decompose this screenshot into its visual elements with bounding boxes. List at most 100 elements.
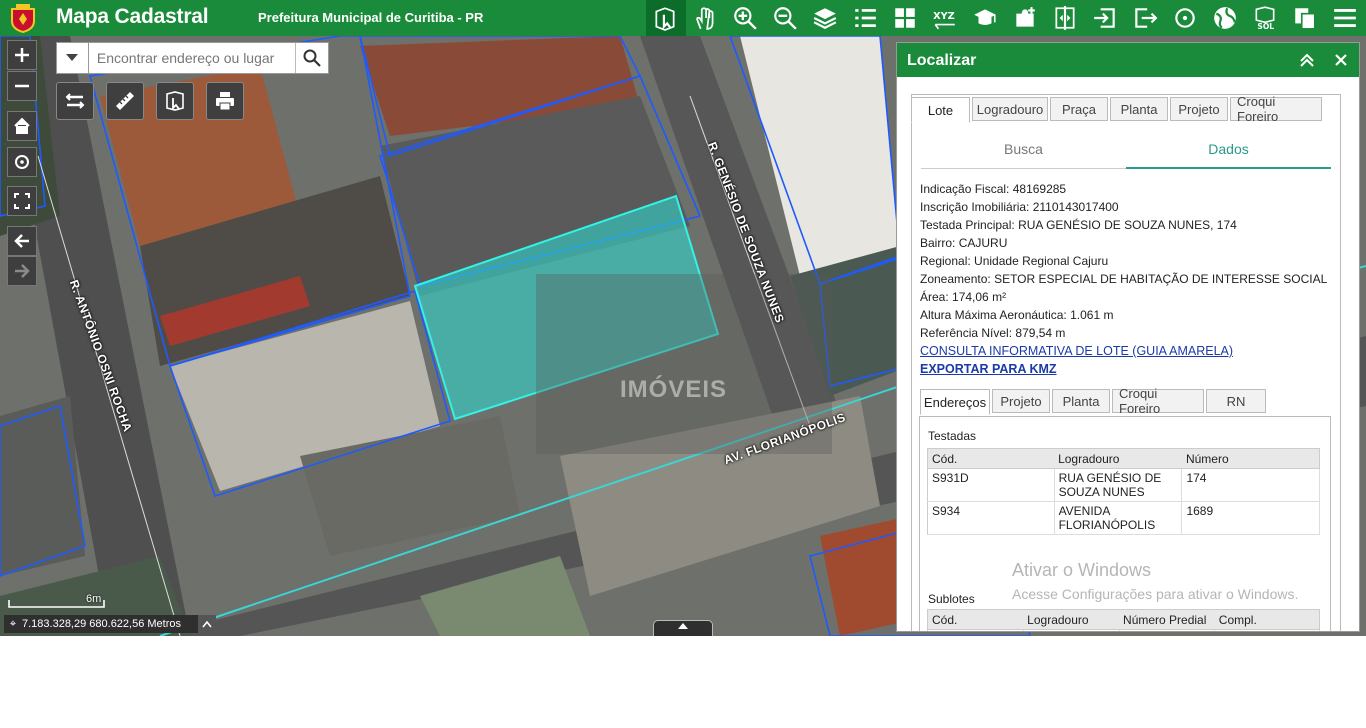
field-value: 2110143017400 [1032, 200, 1119, 214]
toolbar-button-identify-map[interactable] [647, 2, 683, 34]
home-icon [14, 117, 30, 134]
sublotes-header-cell[interactable]: Número Predial [1119, 609, 1215, 630]
print-button[interactable] [206, 82, 244, 120]
crosshair-icon[interactable]: ⌖ [4, 618, 22, 631]
layers-icon [813, 8, 837, 29]
testadas-cell: RUA GENÉSIO DE SOUZA NUNES [1054, 468, 1183, 502]
next-extent-button[interactable] [7, 256, 37, 286]
printer-icon [216, 92, 234, 111]
svg-text:SOL: SOL [1257, 22, 1274, 31]
field-label: Área: [920, 290, 949, 304]
toolbar-button-grid-apps[interactable] [887, 2, 923, 34]
sublotes-cell: RUA GENÉSIO DE SOUZA NUNES [1023, 629, 1120, 631]
table-row[interactable]: 0RUA GENÉSIO DE SOUZA NUNES000174 [927, 629, 1320, 631]
toolbar-button-globe-map[interactable] [1207, 2, 1243, 34]
close-icon[interactable] [1331, 50, 1351, 70]
address-search-input[interactable] [88, 43, 296, 73]
sublotes-header-cell[interactable]: Compl. [1214, 609, 1320, 630]
svg-text:XYZ: XYZ [933, 11, 955, 22]
top-header: Mapa Cadastral Prefeitura Municipal de C… [0, 0, 1366, 36]
subtab-busca[interactable]: Busca [921, 137, 1126, 169]
sublotes-header-cell[interactable]: Cód. [927, 609, 1024, 630]
toolbar-button-logout-arrow[interactable] [1127, 2, 1163, 34]
collapse-panel-icon[interactable] [1297, 50, 1317, 70]
export-kmz-link[interactable]: EXPORTAR PARA KMZ [920, 360, 1340, 378]
detail-tab-croqui-foreiro[interactable]: Croqui Foreiro [1112, 386, 1204, 416]
toolbar-button-zoom-in[interactable] [727, 2, 763, 34]
coordinates-bar: ⌖ 7.183.328,29 680.622,56 Metros [4, 615, 216, 633]
toolbar-button-xyz-coordinates[interactable]: XYZ [927, 2, 963, 34]
xyz-coordinates-icon: XYZ [933, 11, 955, 30]
tab-logradouro[interactable]: Logradouro [972, 97, 1048, 121]
toolbar-button-compare-swipe[interactable] [1047, 2, 1083, 34]
toolbar-button-puzzle-widget[interactable] [1007, 2, 1043, 34]
search-type-tabs: Lote Logradouro Praça Planta Projeto Croqui F… [911, 94, 1324, 124]
testadas-label: Testadas [928, 429, 977, 443]
sublotes-table: Cód.LogradouroNúmero PredialCompl. 0RUA … [927, 609, 1320, 631]
lote-data-list: Indicação Fiscal: 48169285 Inscrição Imob… [920, 180, 1340, 378]
field-label: Referência Nível: [920, 326, 1013, 340]
toolbar-button-education-hat[interactable] [967, 2, 1003, 34]
toolbar-button-layers[interactable] [807, 2, 843, 34]
logout-arrow-icon [1135, 8, 1158, 28]
subtab-dados[interactable]: Dados [1126, 137, 1331, 169]
toolbar-button-hamburger-menu[interactable] [1327, 2, 1363, 34]
sublotes-cell [1214, 629, 1320, 631]
detail-tab-projeto[interactable]: Projeto [992, 389, 1050, 413]
ruler-icon [116, 92, 134, 110]
testadas-header-cell[interactable]: Logradouro [1054, 448, 1182, 469]
field-label: Zoneamento: [920, 272, 991, 286]
measure-tool-button[interactable] [106, 82, 144, 120]
fullscreen-button[interactable] [7, 186, 37, 216]
toolbar-button-zoom-out[interactable] [767, 2, 803, 34]
identify-tool-button[interactable] [156, 82, 194, 120]
default-extent-button[interactable] [7, 111, 37, 141]
tab-lote[interactable]: Lote [911, 97, 970, 123]
toolbar-button-sol[interactable]: SOL [1247, 2, 1283, 34]
search-icon [303, 49, 321, 67]
previous-extent-button[interactable] [7, 226, 37, 256]
swipe-tool-button[interactable] [56, 82, 94, 120]
testadas-table: Cód. Logradouro Número S931D RUA GENÉSIO DE… [927, 448, 1320, 535]
tab-projeto[interactable]: Projeto [1170, 97, 1228, 121]
toolbar-button-sheet-copy[interactable] [1287, 2, 1323, 34]
table-row[interactable]: S931D RUA GENÉSIO DE SOUZA NUNES 174 [927, 468, 1320, 502]
zoom-in-button[interactable] [7, 40, 37, 70]
tab-planta[interactable]: Planta [1110, 97, 1168, 121]
field-value: RUA GENÉSIO DE SOUZA NUNES, 174 [1018, 218, 1237, 232]
field-value: 879,54 m [1015, 326, 1066, 340]
consulta-informativa-link[interactable]: CONSULTA INFORMATIVA DE LOTE (GUIA AMARE… [920, 342, 1340, 360]
detail-tab-planta[interactable]: Planta [1052, 389, 1110, 413]
table-row[interactable]: S934 AVENIDA FLORIANÓPOLIS 1689 [927, 501, 1320, 535]
coordinates-expand-button[interactable] [198, 615, 216, 633]
toolbar-button-login-arrow[interactable] [1087, 2, 1123, 34]
lote-subtabs: Busca Dados [921, 137, 1331, 169]
field-label: Altura Máxima Aeronáutica: [920, 308, 1067, 322]
field-value: 174,06 m² [952, 290, 1007, 304]
field-row: Zoneamento: SETOR ESPECIAL DE HABITAÇÃO … [920, 270, 1340, 288]
detail-tab-endere-os[interactable]: Endereços [920, 389, 990, 415]
testadas-header-cell[interactable]: Número [1181, 448, 1320, 469]
attribute-table-toggle[interactable] [653, 620, 713, 636]
testadas-header-cell[interactable]: Cód. [927, 448, 1055, 469]
search-button[interactable] [295, 43, 328, 73]
search-source-dropdown[interactable] [57, 43, 89, 73]
tab-croqui-foreiro[interactable]: Croqui Foreiro [1230, 94, 1322, 124]
locate-crosshair-icon [15, 155, 29, 169]
tab-pra-a[interactable]: Praça [1050, 97, 1108, 121]
zoom-out-button[interactable] [7, 71, 37, 101]
sublotes-header-cell[interactable]: Logradouro [1023, 609, 1120, 630]
field-label: Indicação Fiscal: [920, 182, 1010, 196]
toolbar-button-target-point[interactable] [1167, 2, 1203, 34]
field-row: Testada Principal: RUA GENÉSIO DE SOUZA … [920, 216, 1340, 234]
field-row: Regional: Unidade Regional Cajuru [920, 252, 1340, 270]
app-root: Mapa Cadastral Prefeitura Municipal de C… [0, 0, 1366, 728]
my-location-button[interactable] [7, 147, 37, 177]
toolbar-button-legend-list[interactable] [847, 2, 883, 34]
field-row: Altura Máxima Aeronáutica: 1.061 m [920, 306, 1340, 324]
lote-detail-tabs: Endereços Projeto Planta Croqui Foreiro RN [920, 386, 1268, 416]
field-label: Regional: [920, 254, 971, 268]
login-arrow-icon [1094, 8, 1115, 28]
detail-tab-rn[interactable]: RN [1206, 389, 1266, 413]
toolbar-button-pan-hand[interactable] [687, 2, 723, 34]
